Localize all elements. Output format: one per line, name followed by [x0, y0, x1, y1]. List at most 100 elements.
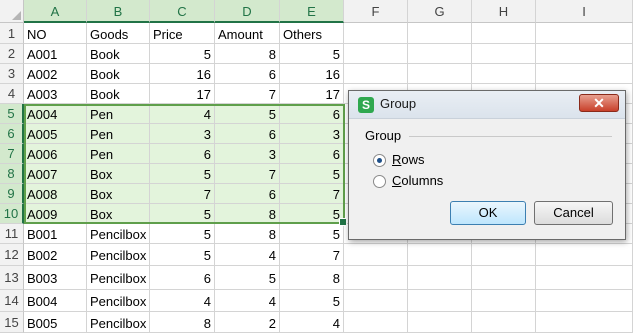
cell-g2[interactable]	[408, 44, 472, 64]
cell-a12[interactable]: B002	[24, 244, 87, 266]
cell-a11[interactable]: B001	[24, 224, 87, 244]
cell-b4[interactable]: Book	[87, 84, 150, 104]
cell-e9[interactable]: 7	[280, 184, 344, 204]
columns-radio[interactable]	[373, 175, 386, 188]
cell-b3[interactable]: Book	[87, 64, 150, 84]
row-header-6[interactable]: 6	[0, 124, 24, 144]
cell-f2[interactable]	[344, 44, 408, 64]
cell-d2[interactable]: 8	[215, 44, 280, 64]
cell-i14[interactable]	[536, 290, 633, 312]
cell-a4[interactable]: A003	[24, 84, 87, 104]
cell-e2[interactable]: 5	[280, 44, 344, 64]
cell-a15[interactable]: B005	[24, 312, 87, 333]
cell-i15[interactable]	[536, 312, 633, 333]
cell-d8[interactable]: 7	[215, 164, 280, 184]
cell-c11[interactable]: 5	[150, 224, 215, 244]
cell-h14[interactable]	[472, 290, 536, 312]
cell-b15[interactable]: Pencilbox	[87, 312, 150, 333]
cell-e5[interactable]: 6	[280, 104, 344, 124]
row-header-13[interactable]: 13	[0, 266, 24, 290]
cell-f13[interactable]	[344, 266, 408, 290]
row-header-7[interactable]: 7	[0, 144, 24, 164]
cell-b12[interactable]: Pencilbox	[87, 244, 150, 266]
row-header-9[interactable]: 9	[0, 184, 24, 204]
column-header-i[interactable]: I	[536, 0, 633, 23]
cell-c6[interactable]: 3	[150, 124, 215, 144]
cell-a3[interactable]: A002	[24, 64, 87, 84]
rows-radio[interactable]	[373, 154, 386, 167]
row-header-14[interactable]: 14	[0, 290, 24, 312]
cell-h3[interactable]	[472, 64, 536, 84]
cell-c10[interactable]: 5	[150, 204, 215, 224]
cell-d6[interactable]: 6	[215, 124, 280, 144]
cell-h13[interactable]	[472, 266, 536, 290]
row-header-4[interactable]: 4	[0, 84, 24, 104]
cell-c3[interactable]: 16	[150, 64, 215, 84]
cell-i1[interactable]	[536, 23, 633, 44]
cell-a9[interactable]: A008	[24, 184, 87, 204]
fill-handle[interactable]	[339, 218, 347, 226]
cell-f14[interactable]	[344, 290, 408, 312]
cell-e3[interactable]: 16	[280, 64, 344, 84]
cell-a13[interactable]: B003	[24, 266, 87, 290]
cell-a14[interactable]: B004	[24, 290, 87, 312]
close-button[interactable]: ✕	[579, 94, 619, 112]
cell-a1[interactable]: NO	[24, 23, 87, 44]
cell-f3[interactable]	[344, 64, 408, 84]
cell-d5[interactable]: 5	[215, 104, 280, 124]
cell-b5[interactable]: Pen	[87, 104, 150, 124]
cell-f15[interactable]	[344, 312, 408, 333]
ok-button[interactable]: OK	[450, 201, 526, 225]
column-header-c[interactable]: C	[150, 0, 215, 23]
dialog-titlebar[interactable]: S Group ✕	[349, 91, 625, 119]
row-header-1[interactable]: 1	[0, 23, 24, 44]
cell-c7[interactable]: 6	[150, 144, 215, 164]
cell-a2[interactable]: A001	[24, 44, 87, 64]
cell-g1[interactable]	[408, 23, 472, 44]
cell-e13[interactable]: 8	[280, 266, 344, 290]
cell-e15[interactable]: 4	[280, 312, 344, 333]
column-header-h[interactable]: H	[472, 0, 536, 23]
cell-c2[interactable]: 5	[150, 44, 215, 64]
cell-h15[interactable]	[472, 312, 536, 333]
cell-e10[interactable]: 5	[280, 204, 344, 224]
cell-b9[interactable]: Box	[87, 184, 150, 204]
cell-c14[interactable]: 4	[150, 290, 215, 312]
row-header-3[interactable]: 3	[0, 64, 24, 84]
cell-d1[interactable]: Amount	[215, 23, 280, 44]
rows-radio-label[interactable]: Rows	[392, 152, 425, 167]
cell-c5[interactable]: 4	[150, 104, 215, 124]
select-all-corner[interactable]	[0, 0, 24, 23]
cell-c8[interactable]: 5	[150, 164, 215, 184]
column-header-e[interactable]: E	[280, 0, 344, 23]
cell-b11[interactable]: Pencilbox	[87, 224, 150, 244]
cell-g15[interactable]	[408, 312, 472, 333]
cell-d4[interactable]: 7	[215, 84, 280, 104]
cell-a7[interactable]: A006	[24, 144, 87, 164]
cell-g3[interactable]	[408, 64, 472, 84]
row-header-10[interactable]: 10	[0, 204, 24, 224]
cell-c15[interactable]: 8	[150, 312, 215, 333]
cell-d11[interactable]: 8	[215, 224, 280, 244]
cell-b1[interactable]: Goods	[87, 23, 150, 44]
cell-i12[interactable]	[536, 244, 633, 266]
row-header-15[interactable]: 15	[0, 312, 24, 333]
row-header-2[interactable]: 2	[0, 44, 24, 64]
cell-h1[interactable]	[472, 23, 536, 44]
cell-i13[interactable]	[536, 266, 633, 290]
columns-radio-label[interactable]: Columns	[392, 173, 443, 188]
row-header-8[interactable]: 8	[0, 164, 24, 184]
row-header-12[interactable]: 12	[0, 244, 24, 266]
cell-i2[interactable]	[536, 44, 633, 64]
cell-h2[interactable]	[472, 44, 536, 64]
cell-d14[interactable]: 4	[215, 290, 280, 312]
cell-a6[interactable]: A005	[24, 124, 87, 144]
cell-b10[interactable]: Box	[87, 204, 150, 224]
cell-d12[interactable]: 4	[215, 244, 280, 266]
column-header-f[interactable]: F	[344, 0, 408, 23]
cell-a10[interactable]: A009	[24, 204, 87, 224]
cell-c9[interactable]: 7	[150, 184, 215, 204]
cell-b8[interactable]: Box	[87, 164, 150, 184]
cell-b7[interactable]: Pen	[87, 144, 150, 164]
cell-d15[interactable]: 2	[215, 312, 280, 333]
